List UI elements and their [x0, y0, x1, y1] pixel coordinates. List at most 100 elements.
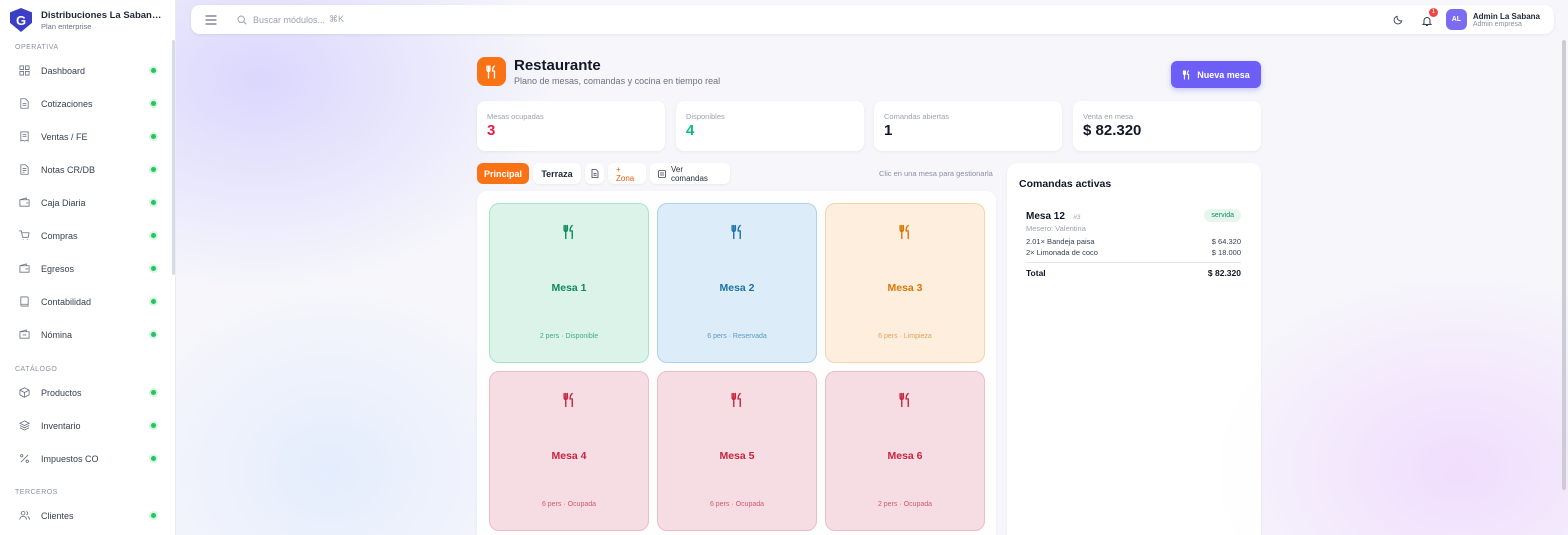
- order-line-amount: $ 64.320: [1211, 237, 1241, 246]
- brand-name: Distribuciones La Sabana S.A.S: [41, 9, 165, 21]
- status-dot: [151, 167, 156, 172]
- tab-principal[interactable]: Principal: [477, 163, 529, 184]
- search-input[interactable]: Buscar módulos... ⌘K: [237, 14, 344, 25]
- sidebar-item-label: Cotizaciones: [41, 98, 93, 109]
- sidebar-item-impuestos-co[interactable]: Impuestos CO: [0, 442, 176, 475]
- table-card-5[interactable]: Mesa 5 6 pers · Ocupada: [657, 371, 817, 531]
- page-subtitle: Plano de mesas, comandas y cocina en tie…: [514, 76, 721, 86]
- sidebar-item-inventario[interactable]: Inventario: [0, 409, 176, 442]
- page-scrollbar[interactable]: [1562, 40, 1566, 490]
- sidebar-scrollbar[interactable]: [172, 40, 175, 275]
- section-label: CATÁLOGO: [15, 366, 58, 373]
- tab-terraza[interactable]: Terraza: [533, 163, 581, 184]
- receipt-icon: [19, 131, 30, 142]
- status-badge: servida: [1204, 208, 1241, 222]
- status-dot: [151, 233, 156, 238]
- table-card-2[interactable]: Mesa 2 6 pers · Reservada: [657, 203, 817, 363]
- brand[interactable]: G Distribuciones La Sabana S.A.S Plan en…: [0, 1, 175, 39]
- table-info: 2 pers · Disponible: [539, 333, 599, 340]
- sidebar-item-notas-cr-db[interactable]: Notas CR/DB: [0, 153, 176, 186]
- brand-logo: G: [10, 8, 32, 32]
- table-name: Mesa 6: [887, 450, 923, 462]
- sidebar-item-caja-diaria[interactable]: Caja Diaria: [0, 186, 176, 219]
- list-icon: [658, 169, 666, 178]
- edit-zone-button[interactable]: [585, 163, 604, 184]
- sidebar-item-dashboard[interactable]: Dashboard: [0, 54, 176, 87]
- status-dot: [151, 101, 156, 106]
- notifications-button[interactable]: 1: [1421, 7, 1438, 26]
- sidebar-item-compras[interactable]: Compras: [0, 219, 176, 252]
- table-info: 6 pers · Ocupada: [709, 501, 765, 508]
- status-dot: [151, 390, 156, 395]
- table-card-6[interactable]: Mesa 6 2 pers · Ocupada: [825, 371, 985, 531]
- sidebar-item-contabilidad[interactable]: Contabilidad: [0, 285, 176, 318]
- sidebar-item-label: Caja Diaria: [41, 197, 86, 208]
- order-line-desc: 2× Limonada de coco: [1026, 248, 1098, 257]
- fork-knife-icon: [899, 224, 909, 240]
- stat-available: Disponibles 4: [676, 101, 864, 151]
- status-dot: [151, 332, 156, 337]
- order-line-amount: $ 18.000: [1211, 248, 1241, 257]
- table-card-3[interactable]: Mesa 3 6 pers · Limpieza: [825, 203, 985, 363]
- order-card[interactable]: Mesa 12 #3 servida Mesero: Valentina 2.0…: [1026, 206, 1241, 278]
- stat-value: 1: [884, 122, 893, 139]
- table-name: Mesa 3: [887, 282, 923, 294]
- moon-icon[interactable]: [1393, 14, 1404, 25]
- users-icon: [19, 510, 30, 521]
- menu-icon[interactable]: [205, 14, 217, 26]
- brand-plan: Plan enterprise: [41, 21, 92, 31]
- sidebar-item-label: Inventario: [41, 420, 81, 431]
- table-info: 6 pers · Limpieza: [878, 333, 932, 340]
- notes-icon: [19, 164, 30, 175]
- table-info: 6 pers · Reservada: [707, 333, 767, 340]
- view-orders-button[interactable]: Ver comandas: [650, 163, 730, 184]
- table-name: Mesa 4: [551, 450, 587, 462]
- sidebar-item-label: Dashboard: [41, 65, 86, 76]
- stat-value: 3: [487, 122, 496, 139]
- wallet-out-icon: [19, 263, 30, 274]
- fork-knife-icon: [563, 224, 573, 240]
- sidebar-item-clientes[interactable]: Clientes: [0, 499, 176, 532]
- floor-plan: Mesa 1 2 pers · Disponible Mesa 2 6 pers · …: [477, 191, 996, 535]
- status-dot: [151, 200, 156, 205]
- table-hint: Clic en una mesa para gestionarla: [879, 169, 993, 178]
- sidebar-item-productos[interactable]: Productos: [0, 376, 176, 409]
- sidebar-item-label: Notas CR/DB: [41, 164, 96, 175]
- stat-value: 4: [686, 122, 695, 139]
- user-info[interactable]: Admin La Sabana Admin empresa: [1473, 12, 1540, 28]
- new-table-label: Nueva mesa: [1197, 69, 1250, 80]
- order-total-value: $ 82.320: [1207, 268, 1241, 278]
- table-card-1[interactable]: Mesa 1 2 pers · Disponible: [489, 203, 649, 363]
- status-dot: [151, 513, 156, 518]
- fork-knife-icon: [1183, 69, 1190, 80]
- order-line: 2.01× Bandeja paisa $ 64.320: [1026, 237, 1241, 246]
- book-icon: [19, 296, 30, 307]
- stat-label: Comandas abiertas: [884, 112, 950, 121]
- stat-label: Venta en mesa: [1083, 112, 1134, 121]
- order-total-label: Total: [1026, 268, 1046, 278]
- active-orders-title: Comandas activas: [1019, 178, 1112, 190]
- avatar[interactable]: AL: [1445, 9, 1467, 30]
- table-card-4[interactable]: Mesa 4 6 pers · Ocupada: [489, 371, 649, 531]
- sidebar-item-nomina[interactable]: Nómina: [0, 318, 176, 351]
- add-zone-button[interactable]: + Zona: [608, 163, 646, 184]
- sidebar-item-cotizaciones[interactable]: Cotizaciones: [0, 87, 176, 120]
- view-orders-label: Ver comandas: [670, 164, 708, 183]
- table-name: Mesa 1: [551, 282, 587, 294]
- status-dot: [151, 423, 156, 428]
- stat-value: $ 82.320: [1083, 122, 1142, 139]
- order-lines: 2.01× Bandeja paisa $ 64.320 2× Limonada…: [1026, 237, 1241, 263]
- stat-label: Mesas ocupadas: [487, 112, 544, 121]
- new-table-button[interactable]: Nueva mesa: [1171, 61, 1261, 88]
- sidebar-item-label: Nómina: [41, 329, 73, 340]
- fork-knife-icon: [563, 392, 573, 408]
- sidebar-item-ventas-fe[interactable]: Ventas / FE: [0, 120, 176, 153]
- status-dot: [151, 456, 156, 461]
- status-dot: [151, 299, 156, 304]
- sidebar-item-egresos[interactable]: Egresos: [0, 252, 176, 285]
- search-icon: [237, 14, 247, 24]
- fork-knife-icon: [731, 392, 741, 408]
- order-number: #3: [1073, 214, 1081, 221]
- percent-icon: [19, 453, 30, 464]
- sidebar-item-label: Impuestos CO: [41, 453, 99, 464]
